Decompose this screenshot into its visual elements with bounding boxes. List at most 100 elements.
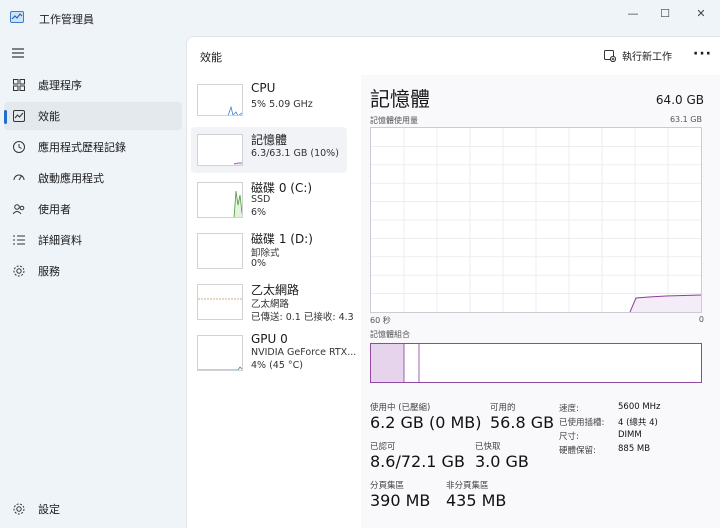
memory-thumbnail <box>197 134 243 166</box>
device-sub: 乙太網路 <box>251 299 290 310</box>
spec-key: 速度: <box>559 404 579 414</box>
sidebar-item-label: 服務 <box>38 265 60 278</box>
available-label: 可用的 <box>490 403 516 413</box>
sidebar-item-processes[interactable]: 處理程序 <box>4 71 182 99</box>
device-sub: SSD <box>251 194 271 205</box>
sidebar-item-users[interactable]: 使用者 <box>4 195 182 223</box>
settings-label: 設定 <box>38 503 60 516</box>
device-sub: NVIDIA GeForce RTX... <box>251 347 357 358</box>
sidebar-item-label: 詳細資料 <box>38 234 82 247</box>
minimize-button[interactable]: — <box>616 0 650 26</box>
paged-pool-label: 分頁集區 <box>370 481 405 491</box>
device-sub-2: 0% <box>251 258 267 269</box>
performance-icon <box>13 110 25 122</box>
device-sub: 6.3/63.1 GB (10%) <box>251 148 339 159</box>
device-gpu-0[interactable]: GPU 0 NVIDIA GeForce RTX... 4% (45 °C) <box>191 332 356 378</box>
gpu-mini-graph <box>198 366 242 370</box>
sidebar-item-settings[interactable]: 設定 <box>4 495 182 523</box>
history-icon <box>13 141 25 153</box>
memory-usage-graph <box>370 127 702 313</box>
nonpaged-pool-value: 435 MB <box>446 491 507 510</box>
cached-label: 已快取 <box>475 442 501 452</box>
device-sub-2: 6% <box>251 207 267 218</box>
in-use-label: 使用中 (已壓縮) <box>370 403 431 413</box>
paged-pool-value: 390 MB <box>370 491 431 510</box>
device-disk-0[interactable]: 磁碟 0 (C:) SSD 6% <box>191 179 347 225</box>
sidebar: 處理程序 效能 應用程式歷程記錄 啟動應用程式 使用者 詳細資料 服務 設定 <box>0 36 186 528</box>
window-title: 工作管理員 <box>39 13 94 26</box>
hamburger-menu-icon[interactable] <box>11 47 25 59</box>
usage-graph-label: 記憶體使用量 <box>370 116 418 125</box>
x-axis-end-label: 0 <box>698 315 704 324</box>
run-task-label: 執行新工作 <box>622 52 672 63</box>
sidebar-item-label: 應用程式歷程記錄 <box>38 141 126 154</box>
cached-value: 3.0 GB <box>475 452 529 471</box>
sidebar-item-details[interactable]: 詳細資料 <box>4 226 182 254</box>
committed-label: 已認可 <box>370 442 396 452</box>
cpu-mini-graph <box>227 105 242 115</box>
ethernet-thumbnail <box>197 284 243 320</box>
spec-key: 已使用插槽: <box>559 418 605 428</box>
device-name: GPU 0 <box>251 332 288 346</box>
total-capacity: 64.0 GB <box>655 93 704 107</box>
title-bar: 工作管理員 — ☐ ✕ <box>0 0 720 36</box>
spec-value: 885 MB <box>618 444 651 454</box>
device-sub-2: 4% (45 °C) <box>251 360 303 371</box>
maximize-button[interactable]: ☐ <box>648 0 682 26</box>
more-options-button[interactable]: ··· <box>693 46 712 62</box>
memory-detail-panel: 記憶體 64.0 GB 記憶體使用量 63.1 GB 60 秒 0 記憶體組合 <box>361 75 720 528</box>
close-button[interactable]: ✕ <box>684 0 718 26</box>
cpu-thumbnail <box>197 84 243 116</box>
users-icon <box>12 204 25 215</box>
sidebar-item-startup-apps[interactable]: 啟動應用程式 <box>4 164 182 192</box>
spec-value: DIMM <box>618 430 642 440</box>
detail-title: 記憶體 <box>370 87 430 111</box>
device-cpu[interactable]: CPU 5% 5.09 GHz <box>191 81 347 127</box>
disk1-thumbnail <box>197 233 243 269</box>
processes-icon <box>13 79 25 91</box>
device-name: 記憶體 <box>251 133 288 147</box>
device-sub-2: 已傳送: 0.1 已接收: 4.3 <box>251 312 354 323</box>
gpu-thumbnail <box>197 335 243 371</box>
ethernet-mini-graph <box>198 298 242 300</box>
spec-key: 尺寸: <box>559 432 579 442</box>
gear-icon <box>13 503 25 515</box>
disk0-mini-graph <box>233 190 242 217</box>
device-disk-1[interactable]: 磁碟 1 (D:) 卸除式 0% <box>191 230 347 276</box>
composition-svg <box>371 344 420 382</box>
device-sub: 5% 5.09 GHz <box>251 99 313 110</box>
usage-graph-max: 63.1 GB <box>669 115 702 124</box>
sidebar-item-services[interactable]: 服務 <box>4 257 182 285</box>
main-panel: 效能 執行新工作 ··· CPU 5% 5.09 GHz 記憶體 6.3/63.… <box>186 36 720 528</box>
spec-value: 4 (總共 4) <box>618 418 658 428</box>
spec-key: 硬體保留: <box>559 446 596 456</box>
device-memory[interactable]: 記憶體 6.3/63.1 GB (10%) <box>191 127 347 173</box>
spec-value: 5600 MHz <box>618 402 661 412</box>
memory-composition-bar <box>370 343 702 383</box>
page-title: 效能 <box>200 51 222 64</box>
in-use-value: 6.2 GB (0 MB) <box>370 413 482 432</box>
sidebar-item-app-history[interactable]: 應用程式歷程記錄 <box>4 133 182 161</box>
committed-value: 8.6/72.1 GB <box>370 452 465 471</box>
memory-mini-graph <box>233 162 242 165</box>
sidebar-item-label: 啟動應用程式 <box>38 172 104 185</box>
sidebar-item-label: 處理程序 <box>38 79 82 92</box>
services-icon <box>13 265 25 277</box>
run-task-icon <box>604 49 616 62</box>
sidebar-item-label: 使用者 <box>38 203 71 216</box>
startup-icon <box>13 174 25 181</box>
nonpaged-pool-label: 非分頁集區 <box>446 481 489 491</box>
device-ethernet[interactable]: 乙太網路 乙太網路 已傳送: 0.1 已接收: 4.3 <box>191 281 354 327</box>
main-header: 效能 執行新工作 ··· <box>187 37 720 75</box>
device-name: CPU <box>251 81 276 95</box>
composition-label: 記憶體組合 <box>370 330 410 339</box>
sidebar-item-label: 效能 <box>38 110 60 123</box>
task-manager-icon <box>10 11 24 23</box>
device-sub: 卸除式 <box>251 248 280 259</box>
available-value: 56.8 GB <box>490 413 555 432</box>
run-new-task-button[interactable]: 執行新工作 <box>604 48 672 63</box>
details-icon <box>13 235 25 245</box>
x-axis-start-label: 60 秒 <box>370 316 391 325</box>
sidebar-item-performance[interactable]: 效能 <box>4 102 182 130</box>
usage-graph-svg <box>371 128 702 313</box>
